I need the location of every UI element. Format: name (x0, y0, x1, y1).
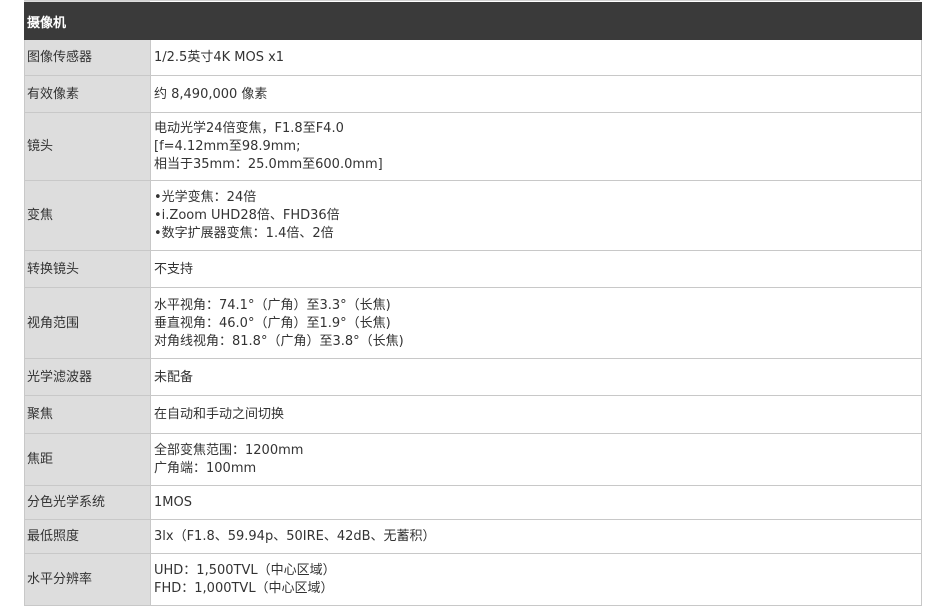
spec-label: 聚焦 (24, 395, 151, 434)
spec-row: 焦距 全部变焦范围：1200mm 广角端：100mm (24, 433, 923, 486)
spec-rows: 图像传感器 1/2.5英寸4K MOS x1 有效像素约 8,490,000 像素镜… (24, 39, 923, 606)
spec-value: 在自动和手动之间切换 (149, 395, 923, 434)
spec-value: UHD：1,500TVL（中心区域） FHD：1,000TVL（中心区域） (149, 553, 923, 606)
spec-label: 有效像素 (24, 75, 151, 113)
spec-value-line: 垂直视角：46.0°（广角）至1.9°（长焦) (154, 315, 391, 331)
spec-label: 分色光学系统 (24, 485, 151, 520)
spec-row: 转换镜头 不支持 (24, 250, 923, 288)
spec-value-line: 未配备 (154, 369, 194, 385)
spec-label: 光学滤波器 (24, 358, 151, 396)
spec-value-line: 1/2.5英寸4K MOS x1 (154, 50, 285, 65)
spec-row: 最低照度 3lx（F1.8、59.94p、50IRE、42dB、无蓄积） (24, 519, 923, 554)
spec-label: 图像传感器 (24, 39, 151, 76)
section-header-row: 摄像机 (23, 2, 923, 40)
spec-value-line: [f=4.12mm至98.9mm; (154, 139, 301, 154)
spec-row: 镜头 电动光学24倍变焦，F1.8至F4.0 [f=4.12mm至98.9mm; 相当… (24, 112, 923, 181)
spec-value-line: •数字扩展器变焦：1.4倍、2倍 (154, 226, 334, 241)
spec-row: 视角范围 水平视角：74.1°（广角）至3.3°（长焦) 垂直视角：46.0°（广角… (24, 287, 923, 359)
spec-value-line: 全部变焦范围：1200mm (154, 443, 304, 458)
spec-value: 水平视角：74.1°（广角）至3.3°（长焦) 垂直视角：46.0°（广角）至1.… (149, 287, 923, 359)
spec-label: 焦距 (24, 433, 151, 486)
spec-value: 约 8,490,000 像素 (149, 75, 923, 113)
camera-spec-table: 摄像机 图像传感器 1/2.5英寸4K MOS x1 有效像素约 8,490,000… (23, 2, 923, 606)
spec-value-line: 在自动和手动之间切换 (154, 407, 285, 422)
spec-label: 水平分辨率 (24, 553, 151, 606)
spec-value: 1/2.5英寸4K MOS x1 (149, 39, 923, 76)
spec-row: 图像传感器 1/2.5英寸4K MOS x1 (24, 39, 923, 76)
spec-value: 未配备 (149, 358, 923, 396)
spec-value: •光学变焦：24倍 •i.Zoom UHD28倍、FHD36倍 •数字扩展器变焦：1… (149, 180, 923, 251)
spec-value: 不支持 (149, 250, 923, 288)
spec-value-line: 广角端：100mm (154, 461, 257, 476)
spec-value-line: 约 8,490,000 像素 (154, 86, 268, 102)
spec-value-line: 不支持 (154, 261, 194, 277)
spec-value: 全部变焦范围：1200mm 广角端：100mm (149, 433, 923, 486)
spec-value-line: UHD：1,500TVL（中心区域） (154, 563, 336, 578)
spec-page: 摄像机 图像传感器 1/2.5英寸4K MOS x1 有效像素约 8,490,000… (0, 0, 938, 613)
section-title: 摄像机 (23, 2, 923, 40)
spec-value-line: 水平视角：74.1°（广角）至3.3°（长焦) (154, 297, 391, 313)
spec-label: 最低照度 (24, 519, 151, 554)
spec-row: 变焦 •光学变焦：24倍 •i.Zoom UHD28倍、FHD36倍 •数字扩展器变焦… (24, 180, 923, 251)
spec-row: 水平分辨率 UHD：1,500TVL（中心区域） FHD：1,000TVL（中心区域… (24, 553, 923, 606)
spec-row: 聚焦 在自动和手动之间切换 (24, 395, 923, 434)
spec-value-line: 电动光学24倍变焦，F1.8至F4.0 (154, 121, 344, 136)
spec-value-line: 1MOS (154, 495, 192, 510)
spec-label: 变焦 (24, 180, 151, 251)
spec-value: 1MOS (149, 485, 923, 520)
spec-row: 分色光学系统 1MOS (24, 485, 923, 520)
spec-label: 镜头 (24, 112, 151, 181)
spec-row: 有效像素约 8,490,000 像素 (24, 75, 923, 113)
spec-label: 转换镜头 (24, 250, 151, 288)
spec-value: 电动光学24倍变焦，F1.8至F4.0 [f=4.12mm至98.9mm; 相当于3… (149, 112, 923, 181)
spec-value-line: 相当于35mm：25.0mm至600.0mm] (154, 157, 383, 172)
spec-value-line: •光学变焦：24倍 (154, 190, 257, 205)
spec-value-line: 3lx（F1.8、59.94p、50IRE、42dB、无蓄积） (154, 529, 436, 544)
spec-value-line: FHD：1,000TVL（中心区域） (154, 581, 334, 596)
spec-label: 视角范围 (24, 287, 151, 359)
spec-row: 光学滤波器 未配备 (24, 358, 923, 396)
spec-value-line: •i.Zoom UHD28倍、FHD36倍 (154, 208, 340, 223)
spec-value-line: 对角线视角：81.8°（广角）至3.8°（长焦) (154, 333, 404, 349)
spec-value: 3lx（F1.8、59.94p、50IRE、42dB、无蓄积） (149, 519, 923, 554)
